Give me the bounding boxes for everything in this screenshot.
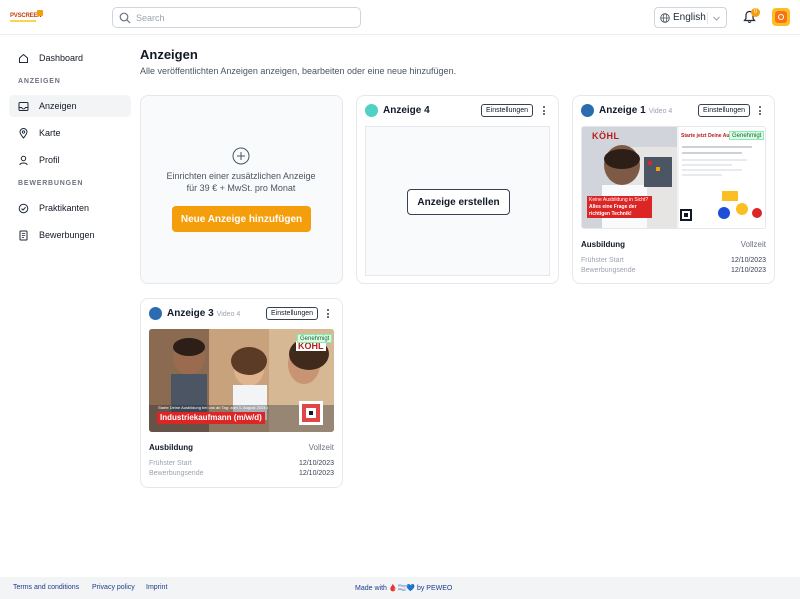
start-label: Frühster Start	[581, 257, 624, 264]
end-date: 12/10/2023	[298, 470, 334, 477]
app-logo[interactable]: PVSCREEN	[10, 10, 43, 24]
user-icon	[19, 155, 28, 165]
training-type: Ausbildung	[581, 240, 625, 249]
settings-button[interactable]: Einstellungen	[266, 307, 319, 320]
ad-video-label: Video 4	[648, 108, 673, 115]
sidebar-item-dashboard[interactable]: Dashboard	[9, 47, 131, 69]
employment-type: Vollzeit	[740, 240, 766, 249]
sidebar: Dashboard ANZEIGEN Anzeigen Karte Profil…	[0, 36, 140, 576]
ad-status-dot	[581, 104, 594, 117]
user-avatar[interactable]	[772, 8, 790, 26]
sidebar-item-map[interactable]: Karte	[9, 122, 131, 144]
language-label: English	[673, 12, 706, 23]
sidebar-item-label: Bewerbungen	[39, 230, 95, 240]
ad-title[interactable]: Anzeige 1 Video 4	[599, 105, 672, 116]
check-circle-icon	[18, 203, 29, 213]
more-options-icon[interactable]	[756, 105, 764, 116]
inbox-icon	[18, 101, 29, 111]
start-date: 12/10/2023	[298, 460, 334, 467]
footer: Terms and conditions Privacy policy Impr…	[0, 577, 800, 599]
thumb-banner: Industriekaufmann (m/w/d)	[157, 412, 265, 424]
employment-type: Vollzeit	[308, 443, 334, 452]
ad-title[interactable]: Anzeige 3 Video 4	[167, 308, 240, 319]
sidebar-item-label: Profil	[39, 155, 60, 165]
globe-icon	[660, 12, 670, 23]
ad-video-label: Video 4	[216, 311, 241, 318]
ad-card-4: Anzeige 4 Einstellungen Anzeige erstelle…	[356, 95, 559, 284]
ad-thumbnail[interactable]: KÖHL Starte jetzt Deine Ausbi Keine Ausb…	[581, 126, 766, 229]
made-with-text: Made with 🩸🏳️‍⚧️💙 by PEWEO	[355, 585, 453, 592]
home-icon	[19, 53, 28, 63]
status-badge: Genehmigt	[729, 131, 765, 140]
top-header: PVSCREEN English 0	[0, 0, 800, 35]
training-type: Ausbildung	[149, 443, 193, 452]
map-pin-icon	[19, 127, 28, 139]
thumb-brand: KÖHL	[592, 131, 620, 141]
chevron-down-icon	[713, 16, 720, 21]
end-label: Bewerbungsende	[581, 267, 636, 274]
settings-button[interactable]: Einstellungen	[698, 104, 751, 117]
ad-card-1: Anzeige 1 Video 4 Einstellungen KÖHL Sta…	[572, 95, 775, 284]
ad-thumbnail[interactable]: KÖHL Starte Deine Ausbildung bei uns ab …	[149, 329, 334, 432]
document-icon	[19, 230, 28, 240]
page-title: Anzeigen	[140, 47, 198, 62]
add-ad-card[interactable]: Einrichten einer zusätzlichen Anzeige fü…	[140, 95, 343, 284]
sidebar-item-profile[interactable]: Profil	[9, 149, 131, 171]
search-input[interactable]	[136, 12, 336, 23]
sidebar-item-label: Karte	[39, 128, 61, 138]
end-label: Bewerbungsende	[149, 470, 204, 477]
sidebar-item-label: Anzeigen	[39, 101, 77, 111]
thumb-banner-line2: Alles eine Frage der	[589, 204, 637, 210]
plus-circle-icon	[232, 147, 250, 165]
start-date: 12/10/2023	[730, 257, 766, 264]
language-select[interactable]: English	[654, 7, 727, 28]
empty-ad-placeholder: Anzeige erstellen	[365, 126, 550, 276]
privacy-link[interactable]: Privacy policy	[92, 584, 135, 591]
thumb-banner: Keine Ausbildung in Sicht? Alles eine Fr…	[587, 196, 652, 218]
ad-title[interactable]: Anzeige 4	[383, 105, 430, 116]
sidebar-item-interns[interactable]: Praktikanten	[9, 197, 131, 219]
ad-status-dot	[365, 104, 378, 117]
thumb-caption: Starte Deine Ausbildung bei uns ab Tag: …	[158, 405, 268, 410]
sidebar-section-ads: ANZEIGEN	[18, 78, 61, 85]
sidebar-item-ads[interactable]: Anzeigen	[9, 95, 131, 117]
search-icon	[119, 12, 131, 23]
thumb-banner-line3: richtigen Technik!	[589, 211, 632, 217]
settings-button[interactable]: Einstellungen	[481, 104, 534, 117]
ad-status-dot	[149, 307, 162, 320]
create-ad-button[interactable]: Anzeige erstellen	[407, 189, 510, 215]
logo-badge	[37, 10, 43, 16]
sidebar-item-label: Dashboard	[39, 53, 84, 63]
ad-title-text: Anzeige 4	[383, 105, 430, 116]
thumb-banner-line1: Keine Ausbildung in Sicht?	[589, 197, 649, 203]
add-ad-description: Einrichten einer zusätzlichen Anzeige fü…	[166, 171, 316, 193]
start-label: Frühster Start	[149, 460, 192, 467]
status-badge: Genehmigt	[297, 334, 333, 343]
ad-title-text: Anzeige 3	[167, 308, 214, 319]
add-new-ad-button[interactable]: Neue Anzeige hinzufügen	[172, 206, 311, 232]
more-options-icon[interactable]	[540, 105, 548, 116]
search-bar[interactable]	[112, 7, 361, 28]
select-divider	[707, 12, 708, 24]
ad-card-3: Anzeige 3 Video 4 Einstellungen KÖHL Star…	[140, 298, 343, 488]
ad-title-text: Anzeige 1	[599, 105, 646, 116]
page-subtitle: Alle veröffentlichten Anzeigen anzeigen,…	[140, 66, 457, 76]
more-options-icon[interactable]	[324, 308, 332, 319]
imprint-link[interactable]: Imprint	[146, 584, 167, 591]
end-date: 12/10/2023	[730, 267, 766, 274]
sidebar-item-applications[interactable]: Bewerbungen	[9, 224, 131, 246]
notification-badge: 0	[751, 8, 760, 17]
sidebar-section-applications: BEWERBUNGEN	[18, 180, 84, 187]
logo-underline	[10, 20, 36, 22]
sidebar-item-label: Praktikanten	[39, 203, 90, 213]
avatar-ring	[778, 14, 784, 20]
terms-link[interactable]: Terms and conditions	[13, 584, 79, 591]
